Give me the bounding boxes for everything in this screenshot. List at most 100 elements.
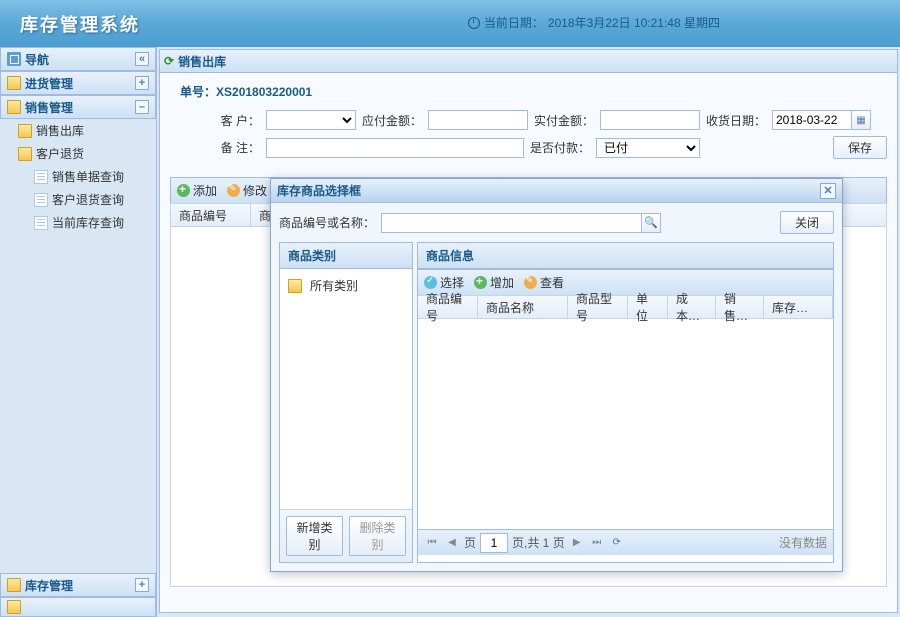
dialog-close-btn2[interactable]: 关闭 <box>780 211 834 234</box>
grid-col[interactable]: 销售… <box>716 296 764 318</box>
dialog-title-text: 库存商品选择框 <box>277 182 361 199</box>
view-icon <box>524 276 537 289</box>
grid-col[interactable]: 单位 <box>628 296 668 318</box>
folder-icon <box>7 76 21 90</box>
current-date: 当前日期： 2018年3月22日 10:21:48 星期四 <box>468 14 720 31</box>
product-search-input[interactable] <box>381 213 641 233</box>
app-header: 库存管理系统 当前日期： 2018年3月22日 10:21:48 星期四 <box>0 0 900 47</box>
order-number: 单号：XS201803220001 <box>170 83 887 100</box>
page-icon <box>34 170 48 184</box>
toolbar-add-product-button[interactable]: 增加 <box>474 274 514 291</box>
search-label: 商品编号或名称： <box>279 214 375 231</box>
dialog-close-button[interactable]: ✕ <box>820 183 836 199</box>
delete-category-button[interactable]: 删除类别 <box>349 516 406 556</box>
amount-due-label: 应付金额： <box>362 112 422 129</box>
collapse-icon[interactable]: « <box>135 52 149 66</box>
sidebar-item-label: 销售单据查询 <box>52 168 124 185</box>
grid-col[interactable]: 库存… <box>764 296 833 318</box>
receive-date-input[interactable] <box>772 110 852 130</box>
tab-bar: ⟳ 销售出库 <box>159 49 898 73</box>
page-icon <box>34 193 48 207</box>
date-value: 2018年3月22日 10:21:48 星期四 <box>548 14 720 31</box>
pager-page-input[interactable] <box>480 533 508 553</box>
date-prefix: 当前日期： <box>484 14 544 31</box>
sidebar-section-purchase[interactable]: 进货管理 + <box>0 71 156 95</box>
pager-total-label: 页,共 1 页 <box>512 534 565 551</box>
section-title: 销售管理 <box>25 99 73 116</box>
product-grid-header: 商品编号 商品名称 商品型号 单位 成本… 销售… 库存… <box>418 295 833 319</box>
product-toolbar: 选择 增加 查看 <box>418 269 833 295</box>
grid-col[interactable]: 商品型号 <box>568 296 628 318</box>
expand-icon[interactable]: + <box>135 578 149 592</box>
sidebar-item-label: 销售出库 <box>36 122 84 139</box>
calendar-icon[interactable]: ▦ <box>851 110 871 130</box>
tab-sales-out[interactable]: ⟳ 销售出库 <box>164 53 226 70</box>
product-info-panel: 商品信息 选择 增加 查看 商品编号 商品名称 商品型号 单位 成本… 销售… … <box>417 242 834 563</box>
product-panel-title: 商品信息 <box>418 243 833 269</box>
save-button[interactable]: 保存 <box>833 136 887 159</box>
section-title: 进货管理 <box>25 75 73 92</box>
dialog-titlebar[interactable]: 库存商品选择框 ✕ <box>271 179 842 203</box>
folder-icon <box>18 147 32 161</box>
sidebar-item-stock-query[interactable]: 当前库存查询 <box>0 211 156 234</box>
category-panel: 商品类别 所有类别 新增类别 删除类别 <box>279 242 413 563</box>
pager-first-button[interactable]: ⏮ <box>424 535 440 551</box>
pager-next-button[interactable]: ▶ <box>569 535 585 551</box>
grid-col[interactable]: 商品编号 <box>171 204 251 226</box>
pager-prev-button[interactable]: ◀ <box>444 535 460 551</box>
sidebar-section-inventory[interactable]: 库存管理 + <box>0 573 156 597</box>
customer-select[interactable] <box>266 110 356 130</box>
add-icon <box>177 184 190 197</box>
new-category-button[interactable]: 新增类别 <box>286 516 343 556</box>
category-tree-root[interactable]: 所有类别 <box>286 275 406 296</box>
pager-refresh-button[interactable]: ⟳ <box>609 535 625 551</box>
sidebar-item-label: 客户退货查询 <box>52 191 124 208</box>
remark-input[interactable] <box>266 138 524 158</box>
pager: ⏮ ◀ 页 页,共 1 页 ▶ ⏭ ⟳ 没有数据 <box>418 529 833 555</box>
sidebar-item-return-query[interactable]: 客户退货查询 <box>0 188 156 211</box>
sidebar-item-sales-query[interactable]: 销售单据查询 <box>0 165 156 188</box>
section-title: 库存管理 <box>25 577 73 594</box>
sidebar-section-extra[interactable] <box>0 597 156 617</box>
pager-last-button[interactable]: ⏭ <box>589 535 605 551</box>
folder-icon <box>7 600 21 614</box>
clock-icon <box>468 17 480 29</box>
select-icon <box>424 276 437 289</box>
folder-icon <box>288 279 302 293</box>
toolbar-view-button[interactable]: 查看 <box>524 274 564 291</box>
amount-paid-input[interactable] <box>600 110 700 130</box>
pager-no-data: 没有数据 <box>779 534 827 551</box>
page-icon <box>34 216 48 230</box>
folder-icon <box>7 578 21 592</box>
amount-due-input[interactable] <box>428 110 528 130</box>
search-button[interactable]: 🔍 <box>641 213 661 233</box>
grid-col[interactable]: 商品编号 <box>418 296 478 318</box>
grid-col[interactable]: 成本… <box>668 296 716 318</box>
sidebar-item-customer-return[interactable]: 客户退货 <box>0 142 156 165</box>
app-title: 库存管理系统 <box>20 11 140 37</box>
receive-date-label: 收货日期： <box>706 112 766 129</box>
tree-root-label: 所有类别 <box>310 277 358 294</box>
collapse-icon[interactable]: – <box>135 100 149 114</box>
sidebar-nav-header[interactable]: 导航 « <box>0 47 156 71</box>
remark-label: 备 注： <box>200 139 260 156</box>
paid-flag-label: 是否付款： <box>530 139 590 156</box>
paid-flag-select[interactable]: 已付 <box>596 138 700 158</box>
product-grid-body <box>418 319 833 529</box>
sidebar-section-sales[interactable]: 销售管理 – <box>0 95 156 119</box>
toolbar-edit-button[interactable]: 修改 <box>227 182 267 199</box>
pager-page-label: 页 <box>464 534 476 551</box>
edit-icon <box>227 184 240 197</box>
sidebar: 导航 « 进货管理 + 销售管理 – 销售出库 客户退货 销售单据查询 客户退货… <box>0 47 157 617</box>
category-panel-title: 商品类别 <box>280 243 412 269</box>
nav-icon <box>7 52 21 66</box>
sidebar-item-sales-out[interactable]: 销售出库 <box>0 119 156 142</box>
grid-col[interactable]: 商品名称 <box>478 296 568 318</box>
tab-label: 销售出库 <box>178 53 226 70</box>
folder-icon <box>18 124 32 138</box>
expand-icon[interactable]: + <box>135 76 149 90</box>
toolbar-add-button[interactable]: 添加 <box>177 182 217 199</box>
sidebar-item-label: 客户退货 <box>36 145 84 162</box>
folder-icon <box>7 100 21 114</box>
toolbar-select-button[interactable]: 选择 <box>424 274 464 291</box>
